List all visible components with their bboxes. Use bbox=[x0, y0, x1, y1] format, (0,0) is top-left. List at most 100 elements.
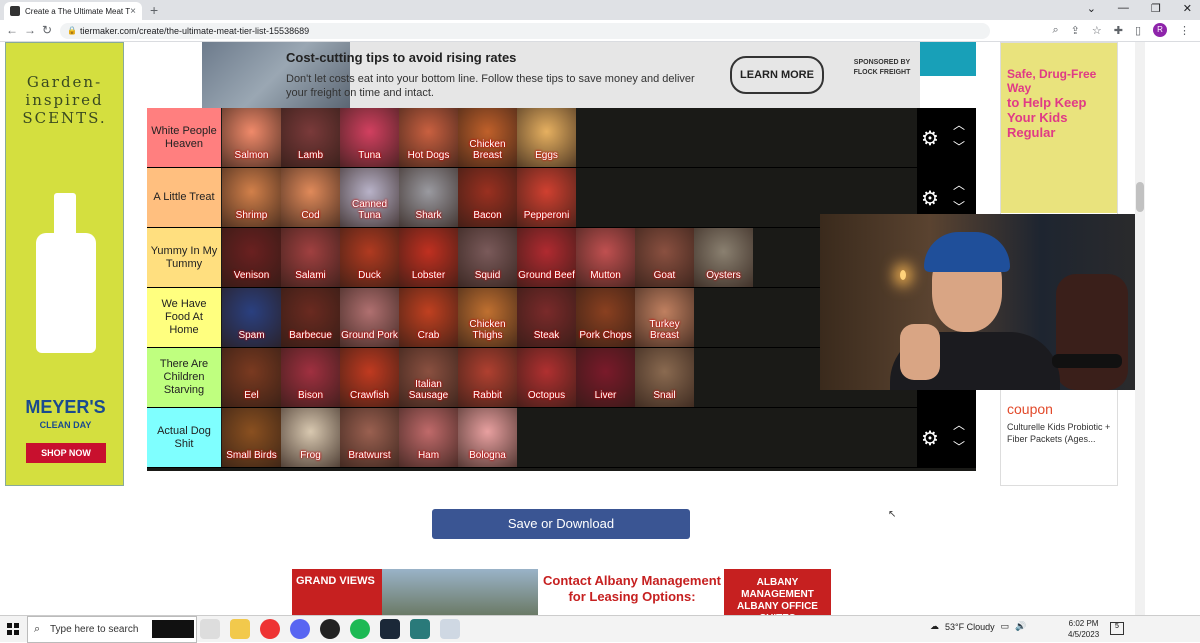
steam-icon[interactable] bbox=[380, 619, 400, 639]
tier-label[interactable]: We Have Food At Home bbox=[147, 288, 221, 347]
tier-item-card[interactable]: Bologna bbox=[458, 408, 517, 467]
tier-item-card[interactable]: Eel bbox=[222, 348, 281, 407]
tier-item-card[interactable]: Rabbit bbox=[458, 348, 517, 407]
terminal-icon[interactable] bbox=[410, 619, 430, 639]
tier-item-card[interactable]: Oysters bbox=[694, 228, 753, 287]
discord-icon[interactable] bbox=[290, 619, 310, 639]
bottom-banner-ad[interactable]: GRAND VIEWS Contact Albany Management fo… bbox=[292, 569, 831, 615]
scrollbar-track[interactable] bbox=[1135, 42, 1145, 615]
obs-icon[interactable] bbox=[320, 619, 340, 639]
notification-center-icon[interactable]: 5 bbox=[1110, 622, 1124, 635]
profile-avatar[interactable]: R bbox=[1153, 23, 1167, 37]
system-clock[interactable]: 6:02 PM 4/5/2023 bbox=[1068, 618, 1099, 640]
tier-item-card[interactable]: Crawfish bbox=[340, 348, 399, 407]
weather-cloud-icon[interactable]: ☁ bbox=[930, 621, 939, 632]
tier-item-card[interactable]: Goat bbox=[635, 228, 694, 287]
tier-item-card[interactable]: Ham bbox=[399, 408, 458, 467]
tier-item-card[interactable]: Duck bbox=[340, 228, 399, 287]
scrollbar-thumb[interactable] bbox=[1136, 182, 1144, 212]
tier-item-card[interactable]: Shark bbox=[399, 168, 458, 227]
tier-item-card[interactable]: Tuna bbox=[340, 108, 399, 167]
bookmark-star-icon[interactable]: ☆ bbox=[1092, 24, 1102, 37]
tier-label[interactable]: There Are Children Starving bbox=[147, 348, 221, 407]
close-window-icon[interactable]: ✕ bbox=[1183, 2, 1192, 15]
reload-icon[interactable]: ↻ bbox=[42, 23, 52, 37]
tier-item-card[interactable]: Barbecue bbox=[281, 288, 340, 347]
tier-item-card[interactable]: Lobster bbox=[399, 228, 458, 287]
tier-item-card[interactable]: Turkey Breast bbox=[635, 288, 694, 347]
tier-label[interactable]: Actual Dog Shit bbox=[147, 408, 221, 467]
tier-item-card[interactable]: Ground Pork bbox=[340, 288, 399, 347]
forward-arrow-icon[interactable]: → bbox=[24, 23, 36, 37]
app-icon[interactable] bbox=[440, 619, 460, 639]
network-icon[interactable]: ▭ bbox=[1001, 621, 1010, 632]
tier-item-card[interactable]: Lamb bbox=[281, 108, 340, 167]
tier-label[interactable]: A Little Treat bbox=[147, 168, 221, 227]
top-banner-ad[interactable]: Cost-cutting tips to avoid rising rates … bbox=[202, 42, 920, 108]
tier-item-card[interactable]: Eggs bbox=[517, 108, 576, 167]
back-arrow-icon[interactable]: ← bbox=[6, 23, 18, 37]
tier-item-card[interactable]: Shrimp bbox=[222, 168, 281, 227]
windows-start-icon[interactable] bbox=[7, 623, 19, 635]
minimize-icon[interactable]: — bbox=[1118, 2, 1129, 15]
chevron-down-icon[interactable]: ﹀ bbox=[953, 438, 965, 455]
tier-item-card[interactable]: Salami bbox=[281, 228, 340, 287]
tier-label[interactable]: White People Heaven bbox=[147, 108, 221, 167]
zoom-icon[interactable]: ⌕ bbox=[1052, 24, 1058, 37]
tier-item-card[interactable]: Mutton bbox=[576, 228, 635, 287]
tier-item-card[interactable]: Bison bbox=[281, 348, 340, 407]
tier-item-card[interactable]: Chicken Breast bbox=[458, 108, 517, 167]
restore-icon[interactable]: ❐ bbox=[1151, 2, 1161, 15]
menu-kebab-icon[interactable]: ⋮ bbox=[1179, 24, 1190, 37]
share-icon[interactable]: ⇪ bbox=[1071, 24, 1080, 37]
task-view-icon[interactable] bbox=[200, 619, 220, 639]
weather-text[interactable]: 53°F Cloudy bbox=[945, 622, 995, 632]
gear-icon[interactable]: ⚙ bbox=[921, 426, 939, 451]
spotify-icon[interactable] bbox=[350, 619, 370, 639]
tier-item-card[interactable]: Frog bbox=[281, 408, 340, 467]
tier-item-card[interactable]: Cod bbox=[281, 168, 340, 227]
tier-item-card[interactable]: Chicken Thighs bbox=[458, 288, 517, 347]
tier-item-card[interactable]: Hot Dogs bbox=[399, 108, 458, 167]
tier-item-card[interactable]: Pepperoni bbox=[517, 168, 576, 227]
small-blue-ad[interactable] bbox=[920, 42, 976, 76]
tier-item-card[interactable]: Salmon bbox=[222, 108, 281, 167]
tier-item-card[interactable]: Steak bbox=[517, 288, 576, 347]
tier-item-card[interactable]: Snail bbox=[635, 348, 694, 407]
volume-icon[interactable]: 🔊 bbox=[1015, 621, 1026, 632]
sidebar-icon[interactable]: ▯ bbox=[1135, 24, 1141, 37]
gear-icon[interactable]: ⚙ bbox=[921, 126, 939, 151]
left-ad-meyers[interactable]: Garden- inspired SCENTS. MEYER'S CLEAN D… bbox=[5, 42, 124, 486]
chevron-down-icon[interactable]: ⌄ bbox=[1087, 2, 1096, 15]
search-highlight-badge[interactable] bbox=[152, 620, 194, 638]
tier-item-card[interactable]: Octopus bbox=[517, 348, 576, 407]
new-tab-button[interactable]: + bbox=[150, 2, 158, 18]
chevron-up-icon[interactable]: ︿ bbox=[953, 416, 965, 433]
chevron-up-icon[interactable]: ︿ bbox=[953, 176, 965, 193]
extensions-icon[interactable]: ✚ bbox=[1114, 24, 1123, 37]
tier-item-card[interactable]: Pork Chops bbox=[576, 288, 635, 347]
gear-icon[interactable]: ⚙ bbox=[921, 186, 939, 211]
chevron-up-icon[interactable]: ︿ bbox=[953, 116, 965, 133]
learn-more-button[interactable]: LEARN MORE bbox=[730, 56, 824, 94]
chevron-down-icon[interactable]: ﹀ bbox=[953, 138, 965, 155]
tier-label[interactable]: Yummy In My Tummy bbox=[147, 228, 221, 287]
page-scrollbar[interactable] bbox=[1135, 42, 1200, 615]
chrome-icon[interactable] bbox=[260, 619, 280, 639]
browser-tab[interactable]: Create a The Ultimate Meat Tier × bbox=[4, 2, 142, 20]
chevron-down-icon[interactable]: ﹀ bbox=[953, 198, 965, 215]
tier-item-card[interactable]: Ground Beef bbox=[517, 228, 576, 287]
tier-item-card[interactable]: Bratwurst bbox=[340, 408, 399, 467]
tier-item-card[interactable]: Small Birds bbox=[222, 408, 281, 467]
save-or-download-button[interactable]: Save or Download bbox=[432, 509, 690, 539]
tier-item-card[interactable]: Venison bbox=[222, 228, 281, 287]
tier-item-card[interactable]: Bacon bbox=[458, 168, 517, 227]
url-field[interactable]: 🔒 tiermaker.com/create/the-ultimate-meat… bbox=[60, 23, 990, 39]
shop-now-button[interactable]: SHOP NOW bbox=[26, 443, 106, 463]
tier-item-card[interactable]: Canned Tuna bbox=[340, 168, 399, 227]
file-explorer-icon[interactable] bbox=[230, 619, 250, 639]
tier-item-card[interactable]: Crab bbox=[399, 288, 458, 347]
tier-item-card[interactable]: Spam bbox=[222, 288, 281, 347]
tier-item-card[interactable]: Liver bbox=[576, 348, 635, 407]
tier-item-card[interactable]: Italian Sausage bbox=[399, 348, 458, 407]
